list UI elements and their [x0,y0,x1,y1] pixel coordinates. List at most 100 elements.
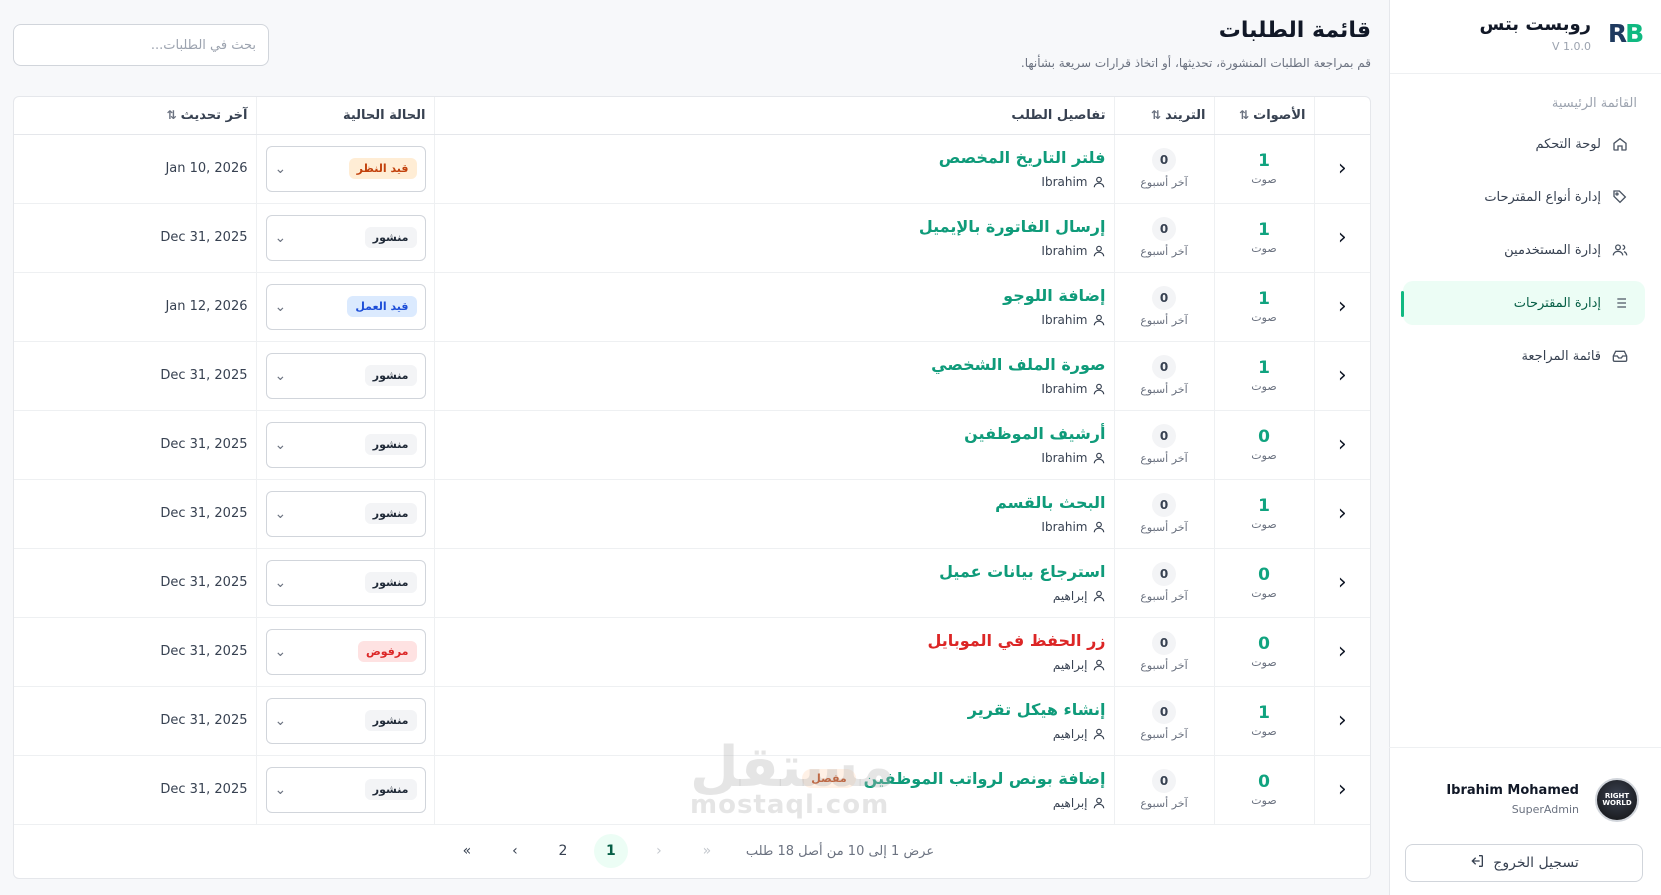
sidebar-item-dashboard[interactable]: لوحة التحكم [1403,122,1645,166]
updated-date: Dec 31, 2025 [160,713,248,728]
request-title[interactable]: زر الحفظ في الموبايل [927,631,1105,650]
status-cell: قيد النظر ⌄ [255,134,434,204]
updated-date: Dec 31, 2025 [160,506,248,521]
trend-cell: 0 آخر أسبوع [1113,410,1214,480]
user-name: Ibrahim Mohamed [1446,783,1579,798]
author-name: Ibrahim [1041,244,1088,258]
status-select[interactable]: مرفوض ⌄ [265,628,426,675]
trend-cell: 0 آخر أسبوع [1113,755,1214,825]
status-badge: منشور [364,365,417,386]
logout-icon [1469,853,1485,873]
sidebar-item-proposals[interactable]: إدارة المقترحات [1401,281,1645,325]
sidebar-item-proposal-types[interactable]: إدارة أنواع المقترحات [1403,175,1645,219]
expand-row-button[interactable]: ‹ [1313,548,1370,618]
status-select[interactable]: منشور ⌄ [265,766,426,813]
updated-date: Dec 31, 2025 [160,782,248,797]
request-title[interactable]: إضافة بونص لرواتب الموظفين [864,769,1106,788]
request-title[interactable]: فلتر التاريخ المخصص [939,148,1106,167]
first-page-button[interactable]: « [690,834,724,868]
request-title[interactable]: إرسال الفاتورة بالإيميل [919,217,1106,236]
trend-unit: آخر أسبوع [1140,590,1188,603]
person-icon [1092,175,1106,189]
expand-row-button[interactable]: ‹ [1313,617,1370,687]
request-author: Ibrahim [443,520,1106,534]
updated-cell: Dec 31, 2025 [14,686,256,756]
sidebar-item-review-list[interactable]: قائمة المراجعة [1403,334,1645,378]
col-header-label: الأصوات [1253,107,1306,123]
status-select[interactable]: منشور ⌄ [265,490,426,537]
expand-row-button[interactable]: ‹ [1313,479,1370,549]
page-button-2[interactable]: 2 [546,834,580,868]
status-select[interactable]: منشور ⌄ [265,421,426,468]
request-title-row: إرسال الفاتورة بالإيميل [443,217,1106,236]
brand-version: V 1.0.0 [1551,40,1591,53]
trend-count: 0 [1152,769,1176,793]
request-title[interactable]: استرجاع بيانات عميل [939,562,1105,581]
brand-header: RB روبست بتس V 1.0.0 [1390,0,1661,74]
logout-button[interactable]: تسجيل الخروج [1405,844,1643,882]
search-input[interactable] [13,24,269,66]
expand-row-button[interactable]: ‹ [1313,134,1370,204]
updated-cell: Dec 31, 2025 [14,755,256,825]
sidebar-item-users[interactable]: إدارة المستخدمين [1403,228,1645,272]
votes-cell: 0 صوت [1213,410,1314,480]
person-icon [1092,313,1106,327]
list-icon [1611,294,1629,312]
expand-row-button[interactable]: ‹ [1313,272,1370,342]
updated-cell: Dec 31, 2025 [14,341,256,411]
request-title[interactable]: إنشاء هيكل تقرير [968,700,1106,719]
request-title-row: صورة الملف الشخصي [443,355,1105,374]
sort-icon: ⇅ [1239,107,1250,122]
prev-page-button[interactable]: ‹ [642,834,676,868]
status-badge: منشور [364,710,417,731]
person-icon [1092,382,1106,396]
col-header-trend[interactable]: التريند⇅ [1113,97,1214,135]
table-row: ‹ 0 صوت 0 آخر أسبوع زر الحفظ في الموبايل… [14,617,1370,687]
status-select[interactable]: منشور ⌄ [265,214,426,261]
pagination: عرض 1 إلى 10 من أصل 18 طلب « ‹ 1 2 › » [14,824,1370,878]
status-select[interactable]: منشور ⌄ [265,352,426,399]
last-page-button[interactable]: » [450,834,484,868]
status-badge: منشور [364,503,417,524]
status-select[interactable]: قيد النظر ⌄ [265,145,426,192]
page-button-1[interactable]: 1 [593,834,628,868]
expand-row-button[interactable]: ‹ [1313,686,1370,756]
request-title[interactable]: صورة الملف الشخصي [931,355,1105,374]
col-header-votes[interactable]: الأصوات⇅ [1213,97,1314,135]
status-select[interactable]: قيد العمل ⌄ [265,283,426,330]
votes-cell: 1 صوت [1213,272,1314,342]
updated-cell: Dec 31, 2025 [14,410,256,480]
person-icon [1092,727,1106,741]
table-row: ‹ 1 صوت 0 آخر أسبوع فلتر التاريخ المخصص … [14,134,1370,204]
table-row: ‹ 1 صوت 0 آخر أسبوع إرسال الفاتورة بالإي… [14,203,1370,273]
request-title[interactable]: إضافة اللوجو [1003,286,1105,305]
request-title[interactable]: أرشيف الموظفين [964,424,1105,443]
chevron-down-icon: ⌄ [274,781,287,798]
expand-row-button[interactable]: ‹ [1313,341,1370,411]
table-row: ‹ 1 صوت 0 آخر أسبوع إنشاء هيكل تقرير إبر… [14,686,1370,756]
next-page-button[interactable]: › [498,834,532,868]
details-cell: فلتر التاريخ المخصص Ibrahim [433,134,1114,204]
trend-unit: آخر أسبوع [1140,728,1188,741]
votes-cell: 0 صوت [1213,617,1314,687]
chevron-left-icon: ‹ [1337,708,1347,733]
avatar[interactable]: RIGHT WORLD [1595,778,1639,822]
trend-count: 0 [1152,631,1176,655]
col-header-updated[interactable]: آخر تحديث⇅ [14,97,256,135]
updated-cell: Dec 31, 2025 [14,548,256,618]
details-cell: إنشاء هيكل تقرير إبراهيم [433,686,1114,756]
expand-row-button[interactable]: ‹ [1313,755,1370,825]
status-select[interactable]: منشور ⌄ [265,697,426,744]
request-title[interactable]: البحث بالقسم [995,493,1105,512]
votes-cell: 1 صوت [1213,341,1314,411]
status-select[interactable]: منشور ⌄ [265,559,426,606]
expand-row-button[interactable]: ‹ [1313,203,1370,273]
expand-row-button[interactable]: ‹ [1313,410,1370,480]
sort-icon: ⇅ [166,107,177,122]
votes-cell: 1 صوت [1213,479,1314,549]
request-author: Ibrahim [443,244,1106,258]
status-cell: منشور ⌄ [255,686,434,756]
status-badge: منشور [364,227,417,248]
trend-unit: آخر أسبوع [1140,452,1188,465]
details-cell: البحث بالقسم Ibrahim [433,479,1114,549]
